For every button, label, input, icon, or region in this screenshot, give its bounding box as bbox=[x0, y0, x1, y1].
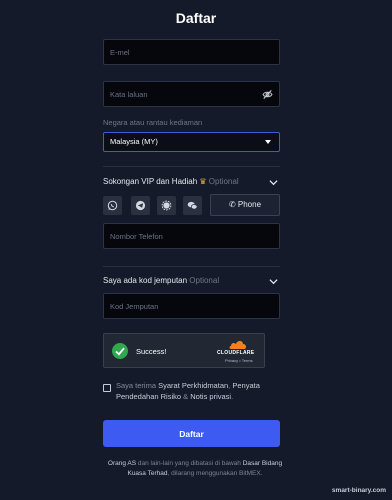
agreement-text: Saya terima Syarat Perkhidmatan, Penyata… bbox=[116, 380, 286, 402]
country-label: Negara atau rantau kediaman bbox=[103, 118, 203, 127]
success-check-icon bbox=[112, 343, 128, 359]
phone-button-label: Phone bbox=[237, 200, 262, 209]
captcha-status: Success! bbox=[136, 347, 167, 356]
caret-down-icon bbox=[265, 140, 271, 144]
signal-icon bbox=[161, 200, 172, 211]
agreement-suffix: . bbox=[231, 392, 234, 401]
eye-off-icon[interactable] bbox=[262, 89, 273, 100]
wechat-icon bbox=[187, 201, 198, 210]
jurisdiction-notice: Orang AS dan lain-lain yang dibatasi di … bbox=[100, 459, 290, 479]
cloudflare-brand: CLOUDFLARE bbox=[217, 350, 255, 356]
email-field[interactable] bbox=[104, 40, 279, 64]
email-field-container bbox=[103, 39, 280, 65]
agreement-checkbox[interactable] bbox=[103, 384, 111, 392]
password-field[interactable] bbox=[104, 82, 279, 106]
footer-us-persons: Orang AS bbox=[107, 460, 137, 467]
referral-section-toggle[interactable]: Saya ada kod jemputan Optional bbox=[103, 276, 280, 290]
country-select[interactable]: Malaysia (MY) bbox=[103, 132, 280, 152]
agreement-comma: , bbox=[228, 381, 231, 390]
wechat-button[interactable] bbox=[183, 196, 202, 215]
whatsapp-icon bbox=[107, 200, 118, 211]
page-title: Daftar bbox=[175, 10, 217, 26]
privacy-notice-link[interactable]: Notis privasi bbox=[190, 392, 231, 401]
watermark: smart-binary.com bbox=[331, 487, 386, 494]
signup-submit-button[interactable]: Daftar bbox=[103, 420, 280, 447]
phone-number-field[interactable] bbox=[104, 224, 279, 248]
vip-label: Sokongan VIP dan Hadiah bbox=[103, 177, 198, 186]
captcha-separator: • bbox=[239, 358, 241, 363]
chevron-down-icon bbox=[269, 180, 278, 186]
vip-optional-label: Optional bbox=[208, 177, 239, 186]
chevron-down-icon bbox=[269, 279, 278, 285]
crown-icon: ♛ bbox=[199, 177, 207, 186]
phone-icon: ✆ bbox=[228, 200, 236, 209]
phone-button[interactable]: ✆ Phone bbox=[210, 194, 280, 216]
footer-text-end: , dilarang menggunakan BitMEX. bbox=[167, 470, 263, 477]
captcha-links: Privacy • Terms bbox=[225, 358, 253, 363]
vip-section-toggle[interactable]: Sokongan VIP dan Hadiah ♛ Optional bbox=[103, 177, 280, 191]
password-field-container bbox=[103, 81, 280, 107]
divider bbox=[103, 166, 280, 167]
telegram-icon bbox=[135, 200, 146, 211]
agreement-amp: & bbox=[183, 392, 189, 401]
country-select-value: Malaysia (MY) bbox=[110, 137, 158, 146]
referral-code-field[interactable] bbox=[104, 294, 279, 318]
captcha-widget[interactable]: Success! CLOUDFLARE Privacy • Terms bbox=[103, 333, 265, 368]
telegram-button[interactable] bbox=[131, 196, 150, 215]
referral-label: Saya ada kod jemputan bbox=[103, 276, 188, 285]
agreement-prefix: Saya terima bbox=[116, 381, 157, 390]
referral-field-container bbox=[103, 293, 280, 319]
phone-field-container bbox=[103, 223, 280, 249]
captcha-privacy-link[interactable]: Privacy bbox=[225, 358, 238, 363]
signup-page: Daftar Negara atau rantau kediaman Malay… bbox=[0, 0, 392, 500]
referral-optional-label: Optional bbox=[189, 276, 220, 285]
signal-button[interactable] bbox=[157, 196, 176, 215]
whatsapp-button[interactable] bbox=[103, 196, 122, 215]
divider bbox=[103, 266, 280, 267]
terms-of-service-link[interactable]: Syarat Perkhidmatan bbox=[158, 381, 228, 390]
cloudflare-logo-icon bbox=[229, 341, 247, 349]
captcha-terms-link[interactable]: Terms bbox=[242, 358, 253, 363]
footer-text: dan lain-lain yang dibatasi di bawah bbox=[137, 460, 241, 467]
